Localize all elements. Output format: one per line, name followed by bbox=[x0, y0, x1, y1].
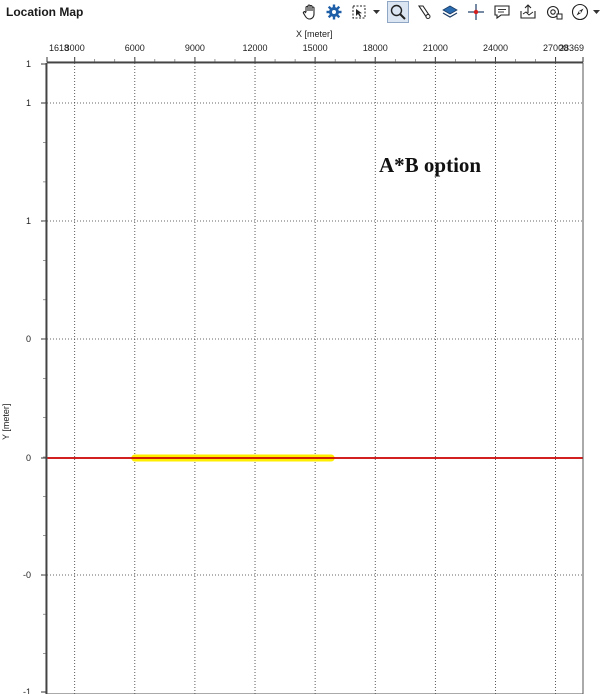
y-tick-label: 1 bbox=[26, 216, 31, 226]
y-tick-label: 0 bbox=[26, 453, 31, 463]
x-tick-label: 3000 bbox=[65, 43, 85, 53]
y-tick-label: -0 bbox=[23, 570, 31, 580]
y-tick-label: -1 bbox=[23, 687, 31, 694]
y-tick-label: 1 bbox=[26, 59, 31, 69]
x-tick-label: 21000 bbox=[423, 43, 448, 53]
x-tick-label: 28369 bbox=[559, 43, 584, 53]
y-axis: 1 1 1 0 0 -0 -1 bbox=[23, 59, 47, 694]
y-tick-label: 1 bbox=[26, 98, 31, 108]
x-tick-label: 9000 bbox=[185, 43, 205, 53]
x-axis: 16183000 6000 9000 12000 15000 18000 21000 2400… bbox=[46, 43, 584, 63]
x-tick-label: 15000 bbox=[303, 43, 328, 53]
chart-annotation: A*B option bbox=[379, 153, 482, 177]
location-map-window: Location Map X [meter] Y [meter] 1618 30… bbox=[0, 0, 606, 694]
location-map-chart[interactable]: 16183000 6000 9000 12000 15000 18000 21000 2400… bbox=[0, 0, 606, 694]
y-tick-label: 0 bbox=[26, 334, 31, 344]
grid bbox=[47, 63, 583, 694]
x-tick-label: 24000 bbox=[483, 43, 508, 53]
x-tick-label: 6000 bbox=[125, 43, 145, 53]
x-tick-label: 18000 bbox=[363, 43, 388, 53]
x-tick-label: 12000 bbox=[243, 43, 268, 53]
